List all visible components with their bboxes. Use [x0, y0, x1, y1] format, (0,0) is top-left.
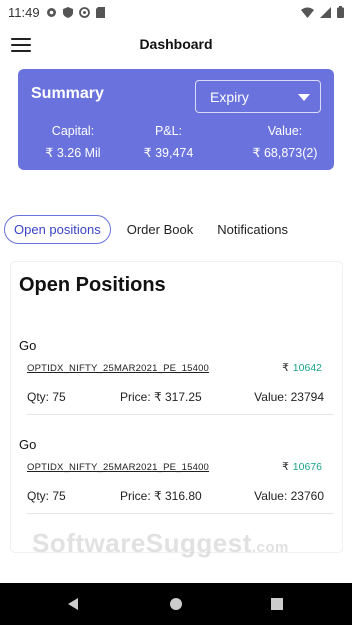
position-qty: Qty: 75 — [27, 390, 66, 404]
position-price: Price: ₹ 316.80 — [120, 489, 202, 503]
position-price: Price: ₹ 317.25 — [120, 390, 202, 404]
tab-open-positions[interactable]: Open positions — [4, 214, 111, 244]
watermark: SoftwareSuggest.com — [32, 528, 289, 559]
position-name: Go — [19, 338, 37, 353]
position-symbol[interactable]: OPTIDX_NIFTY_25MAR2021_PE_15400 — [27, 363, 209, 374]
system-nav-bar — [0, 583, 352, 625]
capital-stat: Capital: ₹ 3.26 Mil — [28, 124, 118, 160]
battery-icon — [337, 6, 344, 18]
position-ltp: ₹10676 — [282, 461, 322, 473]
summary-card: Summary Expiry Capital: ₹ 3.26 Mil P&L: … — [18, 69, 334, 170]
capital-value: ₹ 3.26 Mil — [45, 146, 101, 160]
watermark-text: SoftwareSuggest — [32, 528, 252, 558]
wifi-icon — [301, 7, 314, 18]
pnl-stat: P&L: ₹ 39,474 — [131, 124, 206, 160]
rupee-symbol: ₹ — [282, 362, 289, 374]
recents-icon[interactable] — [271, 598, 283, 610]
status-time: 11:49 — [8, 4, 40, 20]
expiry-dropdown[interactable]: Expiry — [195, 80, 321, 113]
vpn-icon — [78, 6, 90, 18]
signal-icon — [320, 6, 331, 18]
pnl-value: ₹ 39,474 — [143, 146, 194, 160]
settings-icon — [46, 7, 56, 17]
shield-icon — [62, 6, 73, 18]
divider — [27, 414, 334, 415]
sd-card-icon — [95, 6, 105, 18]
page-title: Dashboard — [139, 36, 213, 52]
open-positions-title: Open Positions — [19, 274, 166, 296]
expiry-dropdown-value: Expiry — [210, 88, 249, 105]
tab-bar: Open positions Order Book Notifications — [4, 214, 304, 244]
rupee-symbol: ₹ — [282, 461, 289, 473]
home-icon[interactable] — [170, 598, 182, 610]
value-value: ₹ 68,873(2) — [252, 146, 318, 160]
position-name: Go — [19, 437, 37, 452]
position-value: Value: 23760 — [254, 489, 324, 503]
caret-down-icon — [298, 94, 310, 101]
back-icon[interactable] — [68, 598, 78, 610]
position-item[interactable]: Go OPTIDX_NIFTY_25MAR2021_PE_15400 ₹1067… — [11, 437, 342, 535]
tab-notifications[interactable]: Notifications — [209, 216, 296, 243]
position-ltp-value: 10676 — [292, 461, 322, 473]
open-positions-panel: Open Positions Go OPTIDX_NIFTY_25MAR2021… — [11, 262, 342, 552]
position-ltp: ₹10642 — [282, 362, 322, 374]
tab-order-book[interactable]: Order Book — [119, 216, 201, 243]
position-ltp-value: 10642 — [292, 362, 322, 374]
app-bar: Dashboard — [0, 24, 352, 64]
summary-title: Summary — [31, 85, 104, 102]
pnl-label: P&L: — [154, 124, 183, 138]
value-stat: Value: ₹ 68,873(2) — [240, 124, 330, 160]
position-symbol[interactable]: OPTIDX_NIFTY_25MAR2021_PE_15400 — [27, 462, 209, 473]
value-label: Value: — [267, 124, 303, 138]
position-item[interactable]: Go OPTIDX_NIFTY_25MAR2021_PE_15400 ₹1064… — [11, 338, 342, 436]
watermark-suffix: .com — [251, 539, 289, 556]
divider — [27, 513, 334, 514]
position-value: Value: 23794 — [254, 390, 324, 404]
status-bar: 11:49 — [0, 0, 352, 24]
position-qty: Qty: 75 — [27, 489, 66, 503]
capital-label: Capital: — [51, 124, 95, 138]
